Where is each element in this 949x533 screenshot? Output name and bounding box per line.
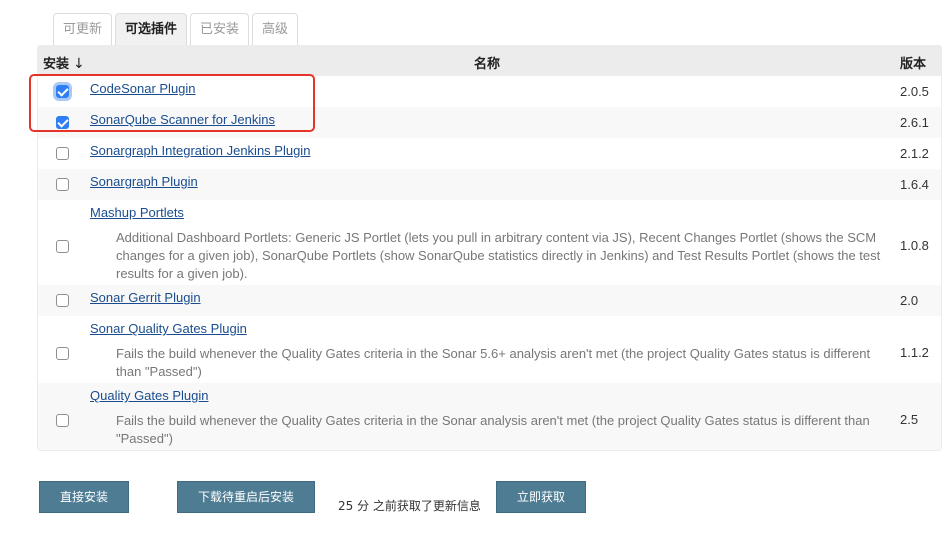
plugin-description: Additional Dashboard Portlets: Generic J… <box>116 230 881 281</box>
plugin-name-link[interactable]: Sonar Quality Gates Plugin <box>90 321 247 336</box>
plugin-name-link[interactable]: SonarQube Scanner for Jenkins <box>90 112 275 127</box>
install-checkbox[interactable] <box>56 294 69 307</box>
table-header: 安装 ↓ 名称 版本 <box>38 46 941 76</box>
install-now-button[interactable]: 直接安装 <box>39 481 129 513</box>
tab-updates[interactable]: 可更新 <box>53 13 113 45</box>
table-row: Sonar Gerrit Plugin 2.0 <box>38 285 941 316</box>
install-checkbox[interactable] <box>56 414 69 427</box>
plugin-name-link[interactable]: Sonargraph Integration Jenkins Plugin <box>90 143 310 158</box>
plugin-version: 2.1.2 <box>900 146 929 161</box>
fetch-now-button[interactable]: 立即获取 <box>496 481 586 513</box>
update-info-text: 25 分 之前获取了更新信息 <box>338 499 481 513</box>
plugin-version: 2.5 <box>900 412 919 427</box>
plugin-version: 1.6.4 <box>900 177 929 192</box>
plugin-name-link[interactable]: Mashup Portlets <box>90 205 184 220</box>
plugin-name-link[interactable]: Sonar Gerrit Plugin <box>90 290 201 305</box>
install-checkbox[interactable] <box>56 116 69 129</box>
version-column-header[interactable]: 版本 <box>900 53 926 72</box>
plugin-version: 1.1.2 <box>900 345 929 360</box>
plugin-tabs: 可更新 可选插件 已安装 高级 <box>53 13 299 45</box>
plugin-version: 2.6.1 <box>900 115 929 130</box>
sort-down-arrow-icon[interactable]: ↓ <box>73 56 85 72</box>
name-column-header[interactable]: 名称 <box>474 53 500 72</box>
plugin-version: 1.0.8 <box>900 238 929 253</box>
install-column-header[interactable]: 安装 ↓ <box>43 53 85 72</box>
plugin-manager-page: 可更新 可选插件 已安装 高级 安装 ↓ 名称 版本 CodeSonar Plug… <box>0 0 949 533</box>
plugin-description: Fails the build whenever the Quality Gat… <box>116 346 871 379</box>
table-row: Sonar Quality Gates Plugin Fails the bui… <box>38 316 941 383</box>
tab-advanced[interactable]: 高级 <box>252 13 299 45</box>
table-row: Quality Gates Plugin Fails the build whe… <box>38 383 941 450</box>
tab-available[interactable]: 可选插件 <box>115 13 188 45</box>
table-row: CodeSonar Plugin 2.0.5 <box>38 76 941 107</box>
table-row: SonarQube Scanner for Jenkins 2.6.1 <box>38 107 941 138</box>
install-checkbox[interactable] <box>56 240 69 253</box>
install-checkbox[interactable] <box>56 85 69 98</box>
plugin-version: 2.0 <box>900 293 919 308</box>
plugin-description: Fails the build whenever the Quality Gat… <box>116 413 870 446</box>
download-restart-button[interactable]: 下载待重启后安装 <box>177 481 315 513</box>
install-header-label: 安装 <box>43 57 70 72</box>
install-checkbox[interactable] <box>56 347 69 360</box>
install-checkbox[interactable] <box>56 178 69 191</box>
table-row: Sonargraph Integration Jenkins Plugin 2.… <box>38 138 941 169</box>
plugin-name-link[interactable]: Quality Gates Plugin <box>90 388 209 403</box>
plugin-name-link[interactable]: CodeSonar Plugin <box>90 81 196 96</box>
plugin-version: 2.0.5 <box>900 84 929 99</box>
tab-installed[interactable]: 已安装 <box>190 13 250 45</box>
plugin-table: 安装 ↓ 名称 版本 CodeSonar Plugin 2.0.5 SonarQu… <box>37 45 942 451</box>
plugin-name-link[interactable]: Sonargraph Plugin <box>90 174 198 189</box>
install-checkbox[interactable] <box>56 147 69 160</box>
table-row: Sonargraph Plugin 1.6.4 <box>38 169 941 200</box>
table-row: Mashup Portlets Additional Dashboard Por… <box>38 200 941 285</box>
